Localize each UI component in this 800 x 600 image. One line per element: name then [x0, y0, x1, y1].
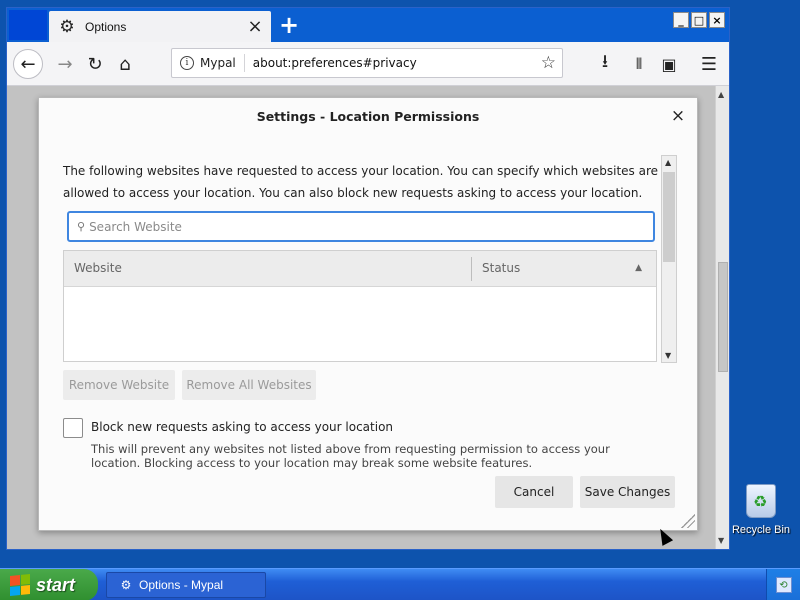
block-requests-note: This will prevent any websites not liste… — [91, 442, 610, 470]
window-controls: _ □ × — [673, 12, 725, 28]
taskbar-item-options-mypal[interactable]: ⚙ Options - Mypal — [106, 572, 266, 598]
close-window-button[interactable]: × — [709, 12, 725, 28]
tab-title: Options — [85, 19, 127, 34]
table-header: Website Status ▲ — [64, 251, 656, 287]
recycle-bin-desktop-icon[interactable]: Recycle Bin — [728, 484, 794, 536]
url-separator — [243, 54, 245, 72]
info-icon[interactable]: i — [180, 56, 194, 70]
dialog-title: Settings - Location Permissions — [256, 108, 480, 124]
search-icon: ⚲ — [77, 220, 86, 233]
gear-icon: ⚙ — [59, 16, 75, 37]
dialog-scroll-down-icon[interactable]: ▼ — [665, 351, 671, 360]
system-tray: ⟲ — [766, 569, 800, 600]
remove-all-websites-button[interactable]: Remove All Websites — [182, 370, 316, 400]
sort-ascending-icon: ▲ — [635, 263, 642, 273]
tab-bar: ⚙ Options × + _ □ × — [7, 8, 729, 42]
bookmark-star-icon[interactable]: ☆ — [541, 53, 556, 73]
windows-flag-icon — [10, 573, 30, 597]
url-text: about:preferences#privacy — [252, 56, 417, 70]
forward-button[interactable]: → — [51, 50, 79, 78]
start-label: start — [36, 574, 76, 595]
dialog-description: The following websites have requested to… — [63, 164, 659, 200]
resize-grip[interactable] — [681, 514, 695, 528]
scroll-down-icon[interactable]: ▼ — [718, 536, 724, 545]
scroll-thumb[interactable] — [718, 262, 728, 372]
nav-toolbar: ← → ↻ ⌂ i Mypal about:preferences#privac… — [7, 42, 729, 86]
gear-icon: ⚙ — [120, 578, 132, 592]
download-icon[interactable]: ⭳ — [591, 50, 619, 78]
taskbar-item-label: Options - Mypal — [139, 578, 224, 592]
save-changes-button[interactable]: Save Changes — [580, 476, 675, 508]
start-button[interactable]: start — [0, 569, 98, 600]
home-button[interactable]: ⌂ — [111, 50, 139, 78]
dialog-scroll-thumb[interactable] — [663, 172, 675, 262]
remove-website-button[interactable]: Remove Website — [63, 370, 175, 400]
page-scrollbar[interactable]: ▲ ▼ — [715, 86, 729, 549]
tray-status-icon[interactable]: ⟲ — [775, 577, 792, 593]
search-input[interactable] — [89, 219, 630, 234]
minimize-button[interactable]: _ — [673, 12, 689, 28]
back-button[interactable]: ← — [13, 49, 43, 79]
dialog-close-icon[interactable]: × — [669, 106, 687, 126]
cancel-button[interactable]: Cancel — [495, 476, 573, 508]
column-status[interactable]: Status — [482, 261, 520, 275]
maximize-button[interactable]: □ — [691, 12, 707, 28]
column-website[interactable]: Website — [74, 261, 122, 275]
permissions-table: Website Status ▲ — [63, 250, 657, 362]
recycle-bin-icon — [746, 484, 776, 518]
block-requests-checkbox[interactable] — [63, 418, 83, 438]
scroll-up-icon[interactable]: ▲ — [718, 90, 724, 99]
search-website-field[interactable]: ⚲ — [67, 211, 655, 242]
site-identity: Mypal — [200, 56, 236, 70]
tab-close-icon[interactable]: × — [245, 16, 265, 37]
location-permissions-dialog: Settings - Location Permissions × The fo… — [38, 97, 698, 531]
taskbar: start ⚙ Options - Mypal ⟲ — [0, 568, 800, 600]
block-requests-label[interactable]: Block new requests asking to access your… — [91, 420, 393, 434]
library-icon[interactable]: ⫴ — [625, 50, 653, 78]
menu-icon[interactable]: ☰ — [695, 50, 723, 78]
sidebar-icon[interactable]: ▣ — [655, 50, 683, 78]
column-divider — [471, 257, 472, 281]
window-corner — [9, 10, 47, 40]
reload-button[interactable]: ↻ — [81, 50, 109, 78]
tab-options[interactable]: ⚙ Options × — [49, 11, 271, 42]
new-tab-button[interactable]: + — [277, 11, 301, 39]
dialog-scrollbar[interactable]: ▲ ▼ — [661, 155, 677, 363]
recycle-bin-label: Recycle Bin — [731, 524, 791, 536]
dialog-scroll-up-icon[interactable]: ▲ — [665, 158, 671, 167]
url-bar[interactable]: i Mypal about:preferences#privacy ☆ — [171, 48, 563, 78]
